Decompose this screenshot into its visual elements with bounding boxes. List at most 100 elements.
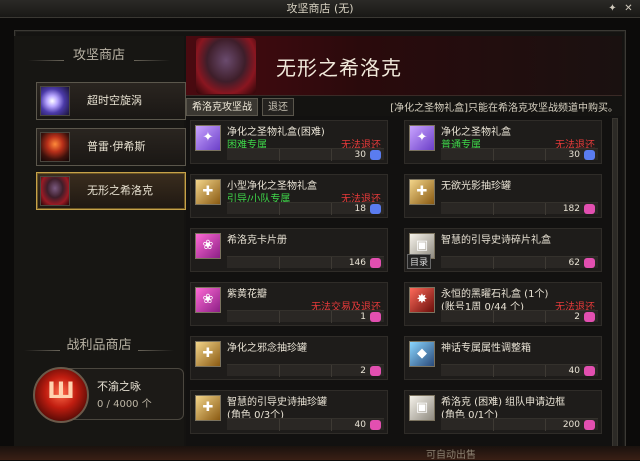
loot-currency-panel[interactable]: 不渝之咏 0 / 4000 个 xyxy=(33,367,184,423)
petal-currency-icon xyxy=(584,366,595,376)
petal-currency-icon xyxy=(584,312,595,322)
item-price: 146 xyxy=(348,258,366,268)
price-bar-divider xyxy=(544,419,546,431)
sidebar-item-prey-isis[interactable]: 普雷·伊希斯 xyxy=(36,128,186,166)
item-price: 40 xyxy=(354,420,366,430)
shop-item-card[interactable]: ❀ 紫黄花瓣 无法交易及退还 1 xyxy=(190,282,388,326)
title-decoration xyxy=(28,60,64,61)
price-bar: 2 xyxy=(441,310,598,323)
item-price: 182 xyxy=(562,204,580,214)
item-price: 18 xyxy=(354,204,366,214)
price-bar-divider xyxy=(278,257,280,269)
petal-currency-icon xyxy=(370,312,381,322)
item-icon[interactable]: ✚ xyxy=(195,395,221,421)
shop-item-card[interactable]: ✚ 小型净化之圣物礼盒 引导/小队专属 无法退还 18 xyxy=(190,174,388,218)
shop-item-card[interactable]: ✚ 无欲光影抽珍罐 182 xyxy=(404,174,602,218)
price-bar-divider xyxy=(544,365,546,377)
medal-icon xyxy=(33,367,89,423)
shop-item-card[interactable]: ✚ 智慧的引导史诗抽珍罐 (角色 0/3个) 40 xyxy=(190,390,388,434)
scrollbar[interactable] xyxy=(612,118,618,452)
shop-main: 无形之希洛克 希洛克攻坚战 退还 [净化之圣物礼盒]只能在希洛克攻坚战频道中购买… xyxy=(186,36,622,454)
item-icon[interactable]: ✦ xyxy=(195,125,221,151)
price-bar-divider xyxy=(278,149,280,161)
item-price: 40 xyxy=(568,366,580,376)
price-bar-divider xyxy=(492,203,494,215)
item-icon[interactable]: ▣ xyxy=(409,395,435,421)
vortex-icon xyxy=(40,86,70,116)
price-bar-divider xyxy=(278,203,280,215)
item-price: 2 xyxy=(360,366,366,376)
item-price: 1 xyxy=(360,312,366,322)
crystal-currency-icon xyxy=(584,150,595,160)
window-title: 攻坚商店 (无) xyxy=(286,2,354,15)
item-tag: 目录 xyxy=(407,254,432,269)
shop-item-card[interactable]: ✦ 净化之圣物礼盒(困难) 困难专属 无法退还 30 xyxy=(190,120,388,164)
price-bar: 182 xyxy=(441,202,598,215)
price-bar: 2 xyxy=(227,364,384,377)
item-price: 30 xyxy=(568,150,580,160)
tab-refund[interactable]: 退还 xyxy=(262,98,294,116)
item-price: 30 xyxy=(354,150,366,160)
price-bar-divider xyxy=(330,365,332,377)
price-bar: 1 xyxy=(227,310,384,323)
item-icon[interactable]: ✦ xyxy=(409,125,435,151)
shop-item-card[interactable]: ❀ 希洛克卡片册 146 xyxy=(190,228,388,272)
close-icon[interactable]: ✕ xyxy=(622,2,635,15)
shop-sidebar: 攻坚商店 超时空旋涡 普雷·伊希斯 无形之希洛克 战利品商店 不渝之咏 0 / … xyxy=(14,36,186,454)
petal-currency-icon xyxy=(584,258,595,268)
price-bar-divider xyxy=(492,257,494,269)
item-icon[interactable]: ✚ xyxy=(195,341,221,367)
item-icon[interactable]: ✚ xyxy=(195,179,221,205)
price-bar: 200 xyxy=(441,418,598,431)
price-bar-divider xyxy=(492,419,494,431)
sidebar-item-time-vortex[interactable]: 超时空旋涡 xyxy=(36,82,186,120)
item-name: 净化之邪念抽珍罐 xyxy=(227,343,307,354)
shop-item-card[interactable]: ✸ 永恒的黑曜石礼盒 (1个) (账号1周 0/44 个) 无法退还 2 xyxy=(404,282,602,326)
item-name: 希洛克卡片册 xyxy=(227,235,287,246)
price-bar: 62 xyxy=(441,256,598,269)
item-icon[interactable]: ❀ xyxy=(195,233,221,259)
title-decoration xyxy=(134,60,170,61)
shop-banner: 无形之希洛克 xyxy=(186,36,622,96)
price-bar: 18 xyxy=(227,202,384,215)
price-bar-divider xyxy=(330,149,332,161)
shop-item-card[interactable]: ▣ 目录 智慧的引导史诗碎片礼盒 62 xyxy=(404,228,602,272)
petal-currency-icon xyxy=(584,420,595,430)
title-decoration xyxy=(24,350,60,351)
siroco-icon xyxy=(40,176,70,206)
purchase-notice: [净化之圣物礼盒]只能在希洛克攻坚战频道中购买。 xyxy=(390,103,618,114)
price-bar-divider xyxy=(330,419,332,431)
shop-item-card[interactable]: ✦ 净化之圣物礼盒 普通专属 无法退还 30 xyxy=(404,120,602,164)
item-name: 神话专属属性调整箱 xyxy=(441,343,531,354)
isis-icon xyxy=(40,132,70,162)
price-bar: 40 xyxy=(441,364,598,377)
price-bar: 40 xyxy=(227,418,384,431)
item-icon[interactable]: ❀ xyxy=(195,287,221,313)
price-bar-divider xyxy=(330,257,332,269)
price-bar-divider xyxy=(544,203,546,215)
shop-item-card[interactable]: ▣ 希洛克 (困难) 组队申请边框 (角色 0/1个) 200 xyxy=(404,390,602,434)
price-bar-divider xyxy=(544,311,546,323)
scrollbar-thumb[interactable] xyxy=(612,118,618,452)
price-bar-divider xyxy=(330,203,332,215)
item-name: 智慧的引导史诗碎片礼盒 xyxy=(441,235,551,246)
shop-item-card[interactable]: ◆ 神话专属属性调整箱 40 xyxy=(404,336,602,380)
item-icon[interactable]: ✸ xyxy=(409,287,435,313)
item-icon[interactable]: ✚ xyxy=(409,179,435,205)
currency-count: 0 / 4000 个 xyxy=(97,399,152,410)
sidebar-item-siroco[interactable]: 无形之希洛克 xyxy=(36,172,186,210)
item-price: 200 xyxy=(562,420,580,430)
price-bar-divider xyxy=(544,257,546,269)
item-icon[interactable]: ◆ xyxy=(409,341,435,367)
petal-currency-icon xyxy=(370,420,381,430)
footer-text: 可自动出售 xyxy=(426,450,476,461)
footer-strip xyxy=(0,446,640,460)
window-titlebar: 攻坚商店 (无) ✦ ✕ xyxy=(0,0,640,18)
pin-icon[interactable]: ✦ xyxy=(606,2,619,15)
petal-currency-icon xyxy=(584,204,595,214)
item-name: 无欲光影抽珍罐 xyxy=(441,181,511,192)
petal-currency-icon xyxy=(370,258,381,268)
siroco-portrait xyxy=(196,38,256,94)
tab-siroco-raid[interactable]: 希洛克攻坚战 xyxy=(186,98,258,116)
shop-item-card[interactable]: ✚ 净化之邪念抽珍罐 2 xyxy=(190,336,388,380)
